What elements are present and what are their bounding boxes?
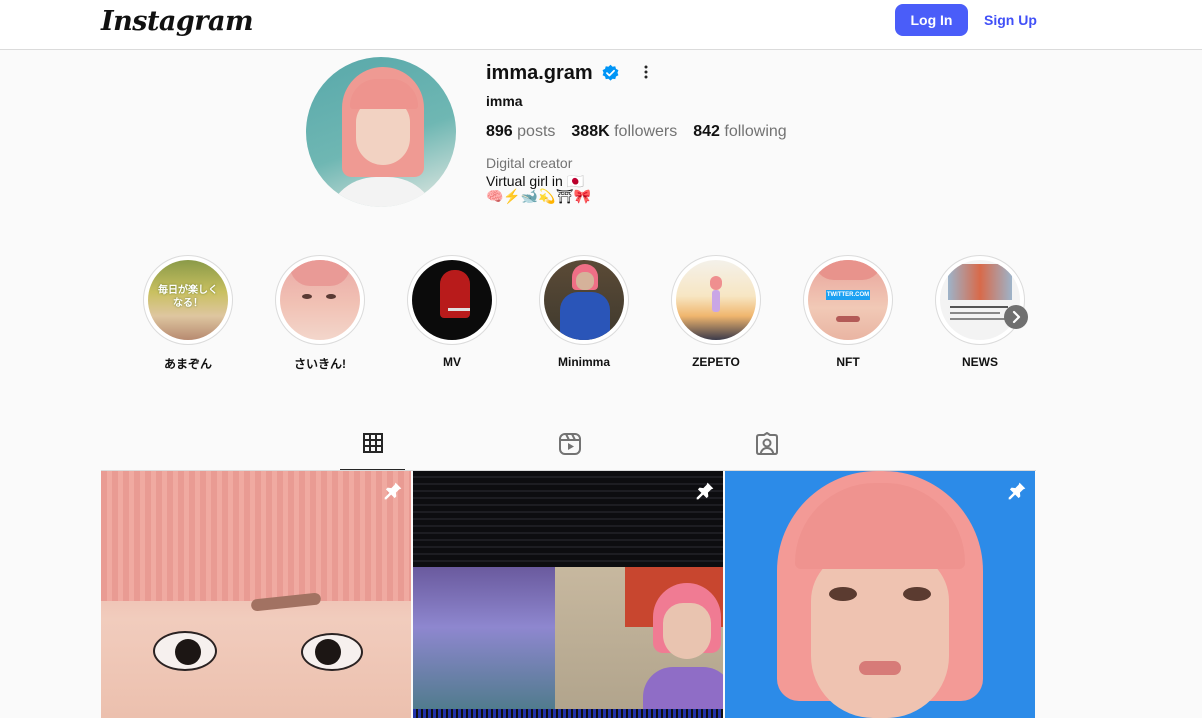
grid-icon xyxy=(362,433,383,453)
highlight-label: あまぞん xyxy=(163,357,212,371)
profile-category: Digital creator xyxy=(486,155,573,171)
post-thumbnail[interactable] xyxy=(101,471,411,718)
highlight-mv[interactable]: MV xyxy=(407,255,497,369)
tab-reels[interactable] xyxy=(537,432,602,470)
more-options-icon[interactable] xyxy=(640,63,652,81)
reels-icon xyxy=(558,433,581,455)
highlight-overlay-text: 毎日が楽しくなる！ xyxy=(158,285,218,309)
post-thumbnail[interactable] xyxy=(725,471,1035,718)
pin-icon xyxy=(1008,482,1026,500)
instagram-logo[interactable]: Instagram xyxy=(101,6,254,37)
highlight-label: ZEPETO xyxy=(692,355,740,369)
highlight-saikin[interactable]: さいきん! xyxy=(275,255,365,372)
highlight-label: NEWS xyxy=(962,355,998,369)
highlight-label: NFT xyxy=(836,355,860,369)
highlight-minimma[interactable]: Minimma xyxy=(539,255,629,369)
tagged-icon xyxy=(755,432,778,455)
highlight-cover xyxy=(544,260,624,340)
tab-posts[interactable] xyxy=(340,432,405,470)
followers-label: followers xyxy=(614,123,678,140)
highlight-overlay-text: TWITTER.COM xyxy=(826,290,870,300)
highlights-next-button[interactable] xyxy=(1004,305,1028,329)
following-stat[interactable]: 842 following xyxy=(693,123,786,141)
profile-stats: 896 posts 388K followers 842 following xyxy=(486,123,803,141)
highlight-zepeto[interactable]: ZEPETO xyxy=(671,255,761,369)
verified-badge-icon xyxy=(602,64,619,81)
signup-button[interactable]: Sign Up xyxy=(978,4,1043,36)
posts-label: posts xyxy=(517,123,556,140)
highlight-cover: 毎日が楽しくなる！ xyxy=(148,260,228,340)
highlight-label: MV xyxy=(443,355,461,369)
tab-tagged[interactable] xyxy=(734,432,799,470)
highlight-cover xyxy=(676,260,756,340)
highlight-label: Minimma xyxy=(557,355,610,369)
profile-username: imma.gram xyxy=(486,61,593,84)
followers-count: 388K xyxy=(571,123,610,140)
pin-icon xyxy=(384,482,402,500)
following-count: 842 xyxy=(693,123,720,140)
profile-avatar[interactable] xyxy=(306,57,456,207)
posts-count: 896 xyxy=(486,123,513,140)
highlight-cover xyxy=(280,260,360,340)
posts-stat[interactable]: 896 posts xyxy=(486,123,555,141)
profile-bio-line-1: Virtual girl in 🇯🇵 xyxy=(486,173,585,189)
post-thumbnail[interactable] xyxy=(413,471,723,718)
highlight-nft[interactable]: TWITTER.COM NFT xyxy=(803,255,893,369)
top-nav: Instagram Log In Sign Up xyxy=(0,0,1202,50)
following-label: following xyxy=(724,123,787,140)
highlight-cover xyxy=(412,260,492,340)
username-row: imma.gram xyxy=(486,62,620,84)
pin-icon xyxy=(696,482,714,500)
login-button[interactable]: Log In xyxy=(895,4,968,36)
chevron-right-icon xyxy=(1012,310,1021,324)
profile-full-name: imma xyxy=(486,93,523,109)
highlight-amazon[interactable]: 毎日が楽しくなる！ あまぞん xyxy=(143,255,233,372)
highlight-label: さいきん! xyxy=(294,357,346,371)
highlight-cover: TWITTER.COM xyxy=(808,260,888,340)
profile-bio-line-2: 🧠⚡️🐋💫⛩🎀 xyxy=(486,189,591,205)
followers-stat[interactable]: 388K followers xyxy=(571,123,677,141)
